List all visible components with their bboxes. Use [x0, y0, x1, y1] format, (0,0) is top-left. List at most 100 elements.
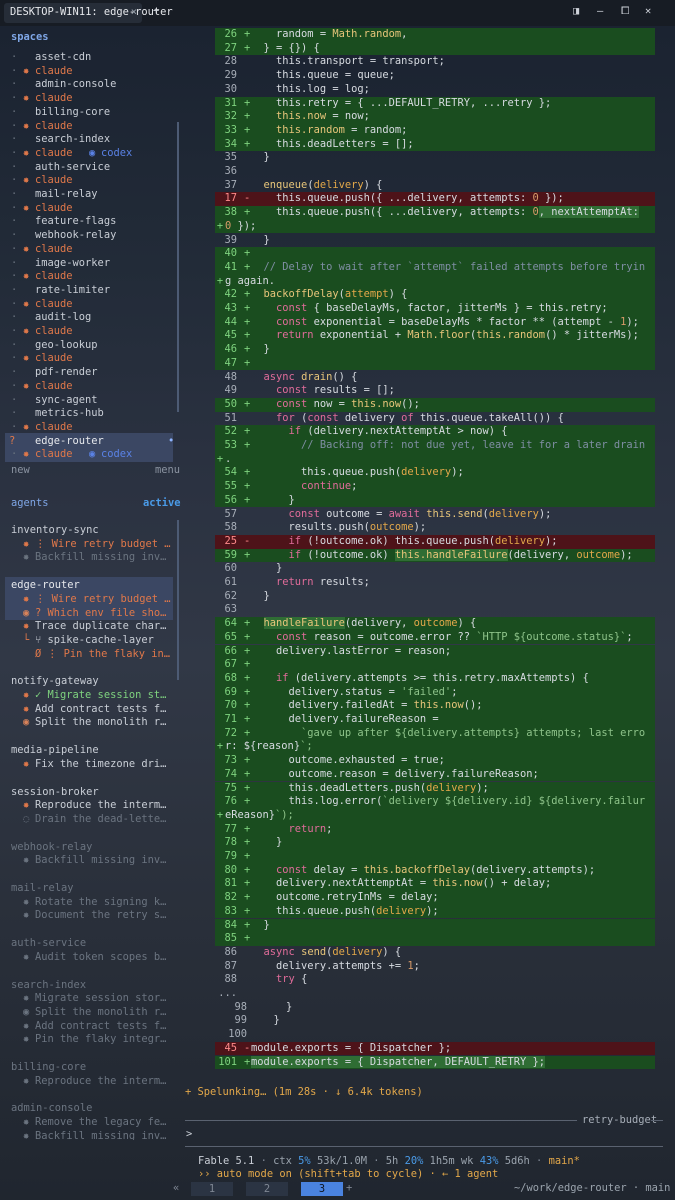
- split-icon[interactable]: ◨: [573, 5, 579, 17]
- line-number: 36: [224, 165, 237, 177]
- agent-group-header[interactable]: auth-service: [0, 936, 183, 950]
- prompt-caret[interactable]: >: [186, 1128, 192, 1140]
- space-item[interactable]: · metrics-hub: [0, 406, 183, 420]
- page-add-button[interactable]: +: [346, 1182, 352, 1194]
- agent-task[interactable]: ✸ Add contract tests f…: [0, 1019, 183, 1033]
- space-item[interactable]: · webhook-relay: [0, 228, 183, 242]
- agent-group-header[interactable]: search-index: [0, 978, 183, 992]
- codex-badge[interactable]: codex: [101, 146, 132, 160]
- agent-task[interactable]: ✸ ⋮ Wire retry budget …: [0, 537, 183, 551]
- agent-task[interactable]: ◉ ? Which env file sho…: [0, 606, 183, 620]
- space-name: webhook-relay: [35, 229, 117, 242]
- claude-badge[interactable]: claude: [35, 201, 73, 215]
- space-item[interactable]: · image-worker: [0, 256, 183, 270]
- spaces-scrollbar[interactable]: [177, 122, 179, 412]
- close-window-icon[interactable]: ✕: [645, 5, 651, 17]
- new-tab-button[interactable]: +: [153, 5, 159, 17]
- menu-button[interactable]: menu: [155, 463, 180, 477]
- agent-group-header[interactable]: notify-gateway: [0, 674, 183, 688]
- space-agents-row: · ✸ claude: [0, 242, 183, 256]
- claude-badge[interactable]: claude: [35, 269, 73, 283]
- task-title: Backfill missing inv…: [35, 854, 167, 867]
- agent-task[interactable]: ◉ Split the monolith r…: [0, 1005, 183, 1019]
- claude-badge[interactable]: claude: [35, 173, 73, 187]
- space-name: pdf-render: [35, 366, 98, 379]
- agents-filter-toggle[interactable]: active: [143, 496, 181, 510]
- claude-badge[interactable]: claude: [35, 64, 73, 78]
- agent-group-header[interactable]: media-pipeline: [0, 743, 183, 757]
- agent-group-header[interactable]: admin-console: [0, 1101, 183, 1115]
- claude-badge[interactable]: claude: [35, 242, 73, 256]
- agent-task[interactable]: ✸ Fix the timezone dri…: [0, 757, 183, 771]
- claude-badge[interactable]: claude: [35, 119, 73, 133]
- space-item[interactable]: · search-index: [0, 132, 183, 146]
- page-prev-button[interactable]: «: [173, 1182, 179, 1194]
- task-status-icon: ◉: [23, 606, 30, 619]
- agent-task[interactable]: ✸ Backfill missing inv…: [0, 1129, 183, 1140]
- agent-task[interactable]: ✸ Reproduce the interm…: [0, 798, 183, 812]
- tab-edge-router[interactable]: DESKTOP-WIN11: edge-router ×: [4, 3, 173, 23]
- line-number: 29: [224, 69, 237, 82]
- space-item[interactable]: · pdf-render: [0, 365, 183, 379]
- maximize-icon[interactable]: ⧠: [621, 5, 629, 18]
- agent-group-header[interactable]: billing-core: [0, 1060, 183, 1074]
- agent-task[interactable]: ✸ Add contract tests f…: [0, 702, 183, 716]
- claude-badge[interactable]: claude: [35, 146, 73, 160]
- agent-task[interactable]: ◌ Drain the dead-lette…: [0, 812, 183, 826]
- claude-badge[interactable]: claude: [35, 379, 73, 393]
- agent-group-name: notify-gateway: [11, 675, 99, 688]
- agent-task[interactable]: ✸ Backfill missing inv…: [0, 853, 183, 867]
- claude-badge[interactable]: claude: [35, 297, 73, 311]
- agent-task[interactable]: ✸ Audit token scopes b…: [0, 950, 183, 964]
- agent-group-header[interactable]: inventory-sync: [0, 523, 183, 537]
- diff-added-line: 38 + this.queue.push({ ...delivery, atte…: [215, 206, 655, 220]
- minimize-icon[interactable]: —: [597, 5, 603, 17]
- space-item[interactable]: · mail-relay: [0, 187, 183, 201]
- space-item[interactable]: · auth-service: [0, 160, 183, 174]
- space-item[interactable]: · feature-flags: [0, 214, 183, 228]
- page-tab-1[interactable]: 1: [191, 1182, 233, 1196]
- agent-task[interactable]: ✸ Rotate the signing k…: [0, 895, 183, 909]
- agent-task[interactable]: ✸ Remove the legacy fe…: [0, 1115, 183, 1129]
- agent-task[interactable]: └ ⑂ spike-cache-layer: [0, 633, 183, 647]
- claude-badge[interactable]: claude: [35, 351, 73, 365]
- codex-badge[interactable]: codex: [101, 447, 132, 461]
- space-item[interactable]: · admin-console: [0, 77, 183, 91]
- diff-added-line: 71 + delivery.failureReason =: [215, 713, 655, 727]
- space-item[interactable]: · sync-agent: [0, 393, 183, 407]
- page-tab-3[interactable]: 3: [301, 1182, 343, 1196]
- branch-label: retry-budget: [582, 1114, 658, 1126]
- agent-group-header[interactable]: session-broker: [0, 785, 183, 799]
- space-item[interactable]: ? edge-router •: [0, 434, 183, 448]
- agent-task[interactable]: ✸ Trace duplicate char…: [0, 619, 183, 633]
- agent-task[interactable]: ✸ Backfill missing inv…: [0, 550, 183, 564]
- agent-task[interactable]: ✸ Reproduce the interm…: [0, 1074, 183, 1088]
- diff-added-line: 85 +: [215, 932, 655, 946]
- line-number: 70: [224, 699, 237, 712]
- space-item[interactable]: · geo-lookup: [0, 338, 183, 352]
- agent-group-header[interactable]: webhook-relay: [0, 840, 183, 854]
- agent-task[interactable]: Ø ⋮ Pin the flaky in…: [0, 647, 183, 661]
- auto-mode-line[interactable]: ›› auto mode on (shift+tab to cycle) · ←…: [198, 1168, 498, 1180]
- agent-group-header[interactable]: edge-router: [0, 578, 183, 592]
- agent-task[interactable]: ◉ Split the monolith r…: [0, 715, 183, 729]
- space-item[interactable]: · asset-cdn: [0, 50, 183, 64]
- git-branch: main*: [548, 1155, 580, 1167]
- space-item[interactable]: · billing-core: [0, 105, 183, 119]
- agent-task[interactable]: ✸ Pin the flaky integr…: [0, 1032, 183, 1046]
- claude-badge[interactable]: claude: [35, 91, 73, 105]
- claude-badge[interactable]: claude: [35, 324, 73, 338]
- agent-task[interactable]: ✸ Migrate session stor…: [0, 991, 183, 1005]
- page-tab-2[interactable]: 2: [246, 1182, 288, 1196]
- claude-badge[interactable]: claude: [35, 447, 73, 461]
- agent-task[interactable]: ✸ ✓ Migrate session st…: [0, 688, 183, 702]
- codex-icon: ◉: [89, 146, 96, 159]
- new-space-button[interactable]: new: [11, 463, 30, 477]
- space-bullet: ·: [11, 325, 18, 337]
- agent-task[interactable]: ✸ ⋮ Wire retry budget …: [0, 592, 183, 606]
- agent-group-header[interactable]: mail-relay: [0, 881, 183, 895]
- space-item[interactable]: · rate-limiter: [0, 283, 183, 297]
- space-item[interactable]: · audit-log: [0, 310, 183, 324]
- agent-task[interactable]: ✸ Document the retry s…: [0, 908, 183, 922]
- close-icon[interactable]: ×: [131, 6, 137, 18]
